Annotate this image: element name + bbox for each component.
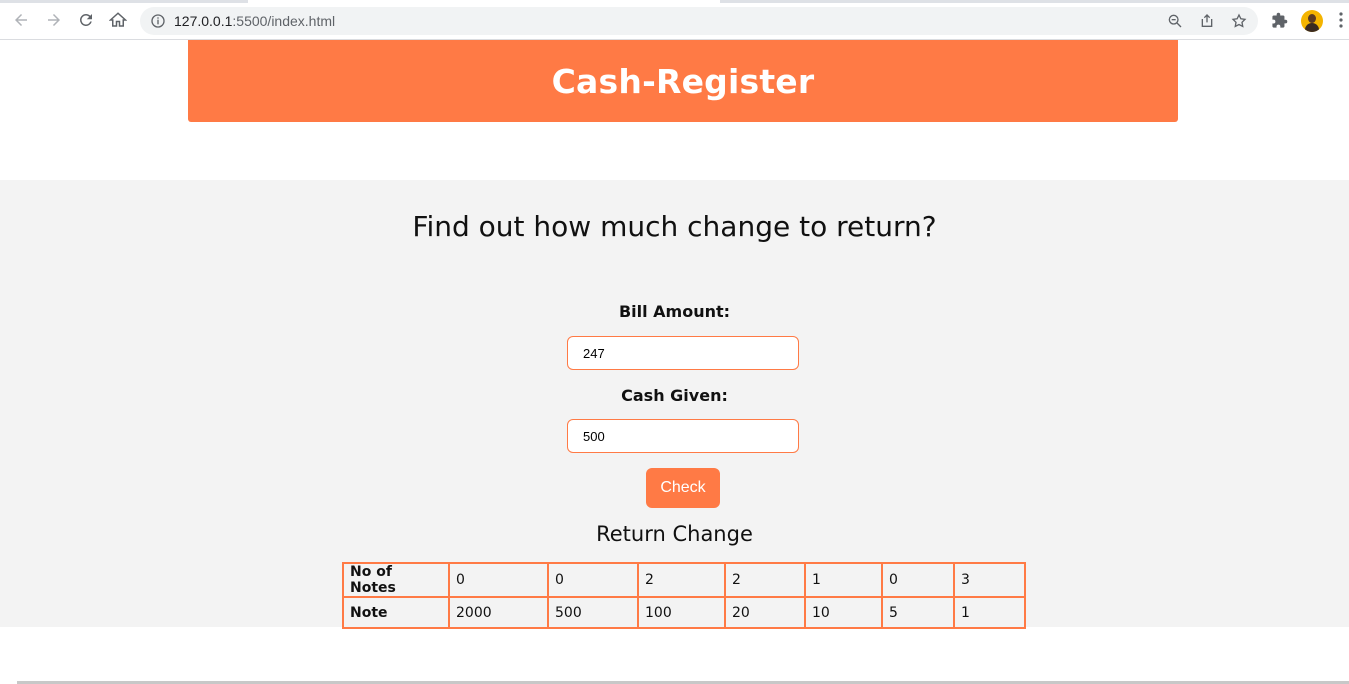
table-row-header: No of Notes [342, 562, 450, 598]
browser-toolbar: 127.0.0.1:5500/index.html [0, 0, 1349, 40]
main-subtitle: Find out how much change to return? [412, 210, 937, 243]
forward-button[interactable] [43, 9, 65, 31]
table-cell: 2 [637, 562, 726, 598]
table-cell: 0 [547, 562, 639, 598]
url-text: 127.0.0.1:5500/index.html [174, 13, 335, 29]
return-change-title: Return Change [596, 522, 753, 546]
tab-strip [0, 0, 1349, 3]
more-menu-icon[interactable] [1339, 12, 1343, 28]
reload-button[interactable] [75, 9, 97, 31]
table-row: Note 2000 500 100 20 10 5 1 [342, 596, 1026, 629]
table-cell: 1 [953, 596, 1026, 629]
table-cell: 100 [637, 596, 726, 629]
table-cell: 2 [724, 562, 806, 598]
cash-given-value: 500 [583, 428, 605, 444]
page-header: Cash-Register [188, 40, 1178, 122]
table-cell: 5 [881, 596, 955, 629]
table-cell: 10 [804, 596, 883, 629]
avatar-body [1305, 23, 1319, 32]
cash-given-input[interactable]: 500 [567, 419, 799, 453]
bookmark-star-icon[interactable] [1231, 13, 1247, 29]
bill-amount-input[interactable]: 247 [567, 336, 799, 370]
zoom-icon[interactable] [1167, 13, 1183, 29]
back-button[interactable] [10, 9, 32, 31]
table-cell: 0 [448, 562, 549, 598]
tab-divider [248, 0, 474, 3]
avatar-head [1308, 14, 1316, 23]
home-icon [109, 12, 127, 27]
table-row: No of Notes 0 0 2 2 1 0 3 [342, 562, 1026, 598]
cash-given-label: Cash Given: [621, 386, 728, 405]
table-row-header: Note [342, 596, 450, 629]
check-button[interactable]: Check [646, 468, 720, 508]
share-icon[interactable] [1199, 13, 1215, 29]
main-panel: Find out how much change to return? Bill… [0, 180, 1349, 629]
table-cell: 0 [881, 562, 955, 598]
home-button[interactable] [107, 9, 129, 31]
info-icon[interactable] [150, 13, 166, 29]
bill-amount-value: 247 [583, 345, 605, 361]
active-tab[interactable] [474, 0, 720, 3]
extensions-puzzle-icon[interactable] [1271, 12, 1288, 29]
profile-avatar[interactable] [1301, 10, 1323, 32]
table-cell: 2000 [448, 596, 549, 629]
arrow-right-icon [48, 14, 60, 26]
table-cell: 20 [724, 596, 806, 629]
url-host: 127.0.0.1 [174, 13, 233, 29]
table-cell: 3 [953, 562, 1026, 598]
table-cell: 1 [804, 562, 883, 598]
arrow-left-icon [15, 14, 27, 26]
change-table: No of Notes 0 0 2 2 1 0 3 Note 2000 500 … [342, 562, 1026, 629]
reload-icon [79, 13, 92, 26]
page-title: Cash-Register [551, 61, 815, 101]
address-bar[interactable]: 127.0.0.1:5500/index.html [140, 7, 1258, 35]
bill-amount-label: Bill Amount: [618, 302, 731, 321]
table-cell: 500 [547, 596, 639, 629]
url-path: :5500/index.html [232, 13, 336, 29]
